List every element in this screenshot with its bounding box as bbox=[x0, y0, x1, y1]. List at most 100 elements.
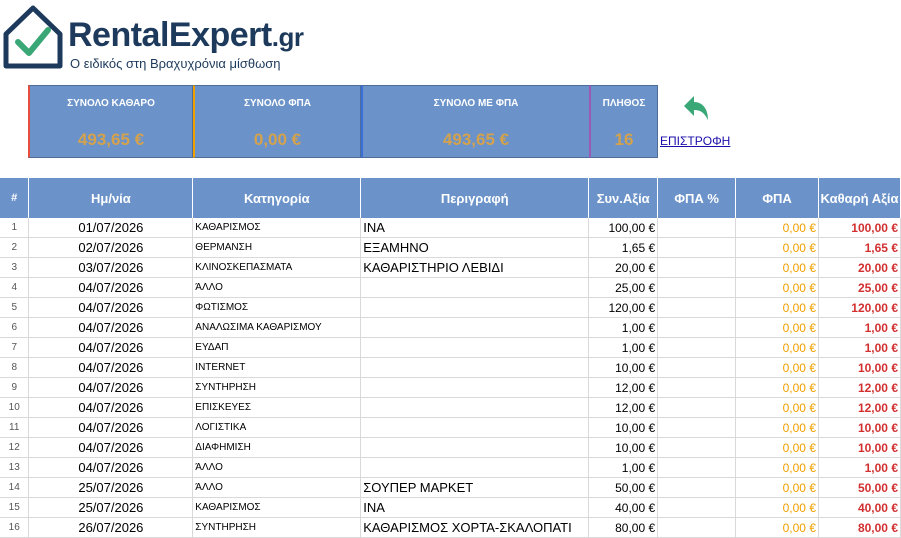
col-index-cell[interactable]: 10 bbox=[0, 397, 30, 418]
col-net-cell[interactable]: 120,00 € bbox=[818, 297, 901, 318]
col-vat-percent-cell[interactable] bbox=[657, 437, 737, 458]
col-index-cell[interactable]: 14 bbox=[0, 477, 30, 498]
col-index-cell[interactable]: 13 bbox=[0, 457, 30, 478]
table-row[interactable]: 4 04/07/2026 ΆΛΛΟ 25,00 €0,00 €25,00 € bbox=[0, 277, 901, 298]
col-vat-percent-cell[interactable] bbox=[657, 417, 737, 438]
col-gross-cell[interactable]: 1,00 € bbox=[588, 317, 659, 338]
col-index-cell[interactable]: 5 bbox=[0, 297, 30, 318]
col-index-cell[interactable]: 3 bbox=[0, 257, 30, 278]
col-vat-percent-cell[interactable] bbox=[657, 237, 737, 258]
col-vat-cell[interactable]: 0,00 € bbox=[735, 218, 819, 238]
table-row[interactable]: 5 04/07/2026 ΦΩΤΙΣΜΟΣ 120,00 €0,00 €120,00 … bbox=[0, 297, 901, 318]
col-gross-cell[interactable]: 10,00 € bbox=[588, 357, 659, 378]
col-vat-cell[interactable]: 0,00 € bbox=[735, 257, 819, 278]
col-description-cell[interactable] bbox=[360, 317, 590, 338]
col-vat-percent-cell[interactable] bbox=[657, 377, 737, 398]
col-net-cell[interactable]: 40,00 € bbox=[818, 497, 901, 518]
col-date-cell[interactable]: 04/07/2026 bbox=[28, 457, 194, 478]
col-gross-cell[interactable]: 1,65 € bbox=[588, 237, 659, 258]
col-description-cell[interactable] bbox=[360, 457, 590, 478]
col-vat-cell[interactable]: 0,00 € bbox=[735, 237, 819, 258]
col-description-cell[interactable] bbox=[360, 377, 590, 398]
col-description-cell[interactable] bbox=[360, 397, 590, 418]
col-description-cell[interactable] bbox=[360, 417, 590, 438]
col-index-cell[interactable]: 12 bbox=[0, 437, 30, 458]
col-vat-percent-cell[interactable] bbox=[657, 517, 737, 538]
col-description-cell[interactable]: ΚΑΘΑΡΙΣΜΟΣ ΧΟΡΤΑ-ΣΚΑΛΟΠΑΤΙ bbox=[360, 517, 590, 538]
table-row[interactable]: 16 26/07/2026 ΣΥΝΤΗΡΗΣΗ ΚΑΘΑΡΙΣΜΟΣ ΧΟΡΤΑ-ΣΚ… bbox=[0, 517, 901, 538]
col-net-cell[interactable]: 1,00 € bbox=[818, 317, 901, 338]
col-vat-cell[interactable]: 0,00 € bbox=[735, 457, 819, 478]
col-vat-percent-cell[interactable] bbox=[657, 317, 737, 338]
col-category-cell[interactable]: ΆΛΛΟ bbox=[192, 477, 362, 498]
col-gross-cell[interactable]: 80,00 € bbox=[588, 517, 659, 538]
col-category-cell[interactable]: ΣΥΝΤΗΡΗΣΗ bbox=[192, 377, 362, 398]
table-row[interactable]: 3 03/07/2026 ΚΛΙΝΟΣΚΕΠΑΣΜΑΤΑ ΚΑΘΑΡΙΣΤΗΡΙΟ Λ… bbox=[0, 257, 901, 278]
col-category-cell[interactable]: ΣΥΝΤΗΡΗΣΗ bbox=[192, 517, 362, 538]
col-category-cell[interactable]: ΚΑΘΑΡΙΣΜΟΣ bbox=[192, 218, 362, 238]
col-net-cell[interactable]: 1,00 € bbox=[818, 337, 901, 358]
col-net-cell[interactable]: 20,00 € bbox=[818, 257, 901, 278]
col-category-cell[interactable]: ΑΝΑΛΩΣΙΜΑ ΚΑΘΑΡΙΣΜΟΥ bbox=[192, 317, 362, 338]
col-vat-percent-cell[interactable] bbox=[657, 337, 737, 358]
col-category-cell[interactable]: ΕΠΙΣΚΕΥΕΣ bbox=[192, 397, 362, 418]
col-net-cell[interactable]: 12,00 € bbox=[818, 377, 901, 398]
col-date-cell[interactable]: 04/07/2026 bbox=[28, 417, 194, 438]
col-vat-percent-cell[interactable] bbox=[657, 497, 737, 518]
return-arrow-icon[interactable] bbox=[678, 94, 710, 124]
table-row[interactable]: 8 04/07/2026 INTERNET 10,00 €0,00 €10,00 € bbox=[0, 357, 901, 378]
col-vat-header[interactable]: ΦΠΑ bbox=[735, 178, 819, 218]
col-category-cell[interactable]: ΦΩΤΙΣΜΟΣ bbox=[192, 297, 362, 318]
table-row[interactable]: 14 25/07/2026 ΆΛΛΟ ΣΟΥΠΕΡ ΜΑΡΚΕΤ 50,00 €0,00… bbox=[0, 477, 901, 498]
col-description-header[interactable]: Περιγραφή bbox=[360, 178, 590, 218]
col-vat-cell[interactable]: 0,00 € bbox=[735, 517, 819, 538]
col-date-cell[interactable]: 25/07/2026 bbox=[28, 497, 194, 518]
col-net-cell[interactable]: 100,00 € bbox=[818, 218, 901, 238]
col-description-cell[interactable]: ΙΝΑ bbox=[360, 218, 590, 238]
col-gross-cell[interactable]: 20,00 € bbox=[588, 257, 659, 278]
table-row[interactable]: 9 04/07/2026 ΣΥΝΤΗΡΗΣΗ 12,00 €0,00 €12,00 € bbox=[0, 377, 901, 398]
col-vat-cell[interactable]: 0,00 € bbox=[735, 477, 819, 498]
col-gross-cell[interactable]: 10,00 € bbox=[588, 437, 659, 458]
col-gross-cell[interactable]: 40,00 € bbox=[588, 497, 659, 518]
col-description-cell[interactable] bbox=[360, 337, 590, 358]
col-description-cell[interactable] bbox=[360, 437, 590, 458]
col-vat-percent-cell[interactable] bbox=[657, 357, 737, 378]
col-vat-percent-cell[interactable] bbox=[657, 457, 737, 478]
col-date-cell[interactable]: 04/07/2026 bbox=[28, 377, 194, 398]
col-vat-percent-cell[interactable] bbox=[657, 277, 737, 298]
col-gross-cell[interactable]: 120,00 € bbox=[588, 297, 659, 318]
col-index-header[interactable]: # bbox=[0, 178, 30, 218]
col-date-cell[interactable]: 04/07/2026 bbox=[28, 277, 194, 298]
col-category-cell[interactable]: ΘΕΡΜΑΝΣΗ bbox=[192, 237, 362, 258]
table-row[interactable]: 10 04/07/2026 ΕΠΙΣΚΕΥΕΣ 12,00 €0,00 €12,00 … bbox=[0, 397, 901, 418]
col-date-cell[interactable]: 03/07/2026 bbox=[28, 257, 194, 278]
col-index-cell[interactable]: 6 bbox=[0, 317, 30, 338]
col-date-cell[interactable]: 04/07/2026 bbox=[28, 397, 194, 418]
col-date-cell[interactable]: 26/07/2026 bbox=[28, 517, 194, 538]
table-row[interactable]: 15 25/07/2026 ΚΑΘΑΡΙΣΜΟΣ ΙΝΑ 40,00 €0,00 €40… bbox=[0, 497, 901, 518]
col-gross-cell[interactable]: 12,00 € bbox=[588, 397, 659, 418]
col-vat-cell[interactable]: 0,00 € bbox=[735, 437, 819, 458]
col-gross-cell[interactable]: 1,00 € bbox=[588, 337, 659, 358]
col-date-header[interactable]: Ημ/νία bbox=[28, 178, 194, 218]
col-vat-cell[interactable]: 0,00 € bbox=[735, 497, 819, 518]
col-index-cell[interactable]: 8 bbox=[0, 357, 30, 378]
table-row[interactable]: 6 04/07/2026 ΑΝΑΛΩΣΙΜΑ ΚΑΘΑΡΙΣΜΟΥ 1,00 €0,0… bbox=[0, 317, 901, 338]
col-vat-percent-cell[interactable] bbox=[657, 397, 737, 418]
col-net-cell[interactable]: 50,00 € bbox=[818, 477, 901, 498]
col-vat-cell[interactable]: 0,00 € bbox=[735, 377, 819, 398]
col-description-cell[interactable] bbox=[360, 277, 590, 298]
col-gross-cell[interactable]: 1,00 € bbox=[588, 457, 659, 478]
col-vat-percent-cell[interactable] bbox=[657, 297, 737, 318]
col-gross-cell[interactable]: 100,00 € bbox=[588, 218, 659, 238]
col-gross-header[interactable]: Συν.Αξία bbox=[588, 178, 659, 218]
col-net-cell[interactable]: 1,65 € bbox=[818, 237, 901, 258]
col-date-cell[interactable]: 02/07/2026 bbox=[28, 237, 194, 258]
col-category-cell[interactable]: ΔΙΑΦΗΜΙΣΗ bbox=[192, 437, 362, 458]
col-date-cell[interactable]: 04/07/2026 bbox=[28, 297, 194, 318]
table-row[interactable]: 11 04/07/2026 ΛΟΓΙΣΤΙΚΑ 10,00 €0,00 €10,00 … bbox=[0, 417, 901, 438]
col-gross-cell[interactable]: 25,00 € bbox=[588, 277, 659, 298]
col-vat-percent-cell[interactable] bbox=[657, 257, 737, 278]
col-net-cell[interactable]: 10,00 € bbox=[818, 417, 901, 438]
